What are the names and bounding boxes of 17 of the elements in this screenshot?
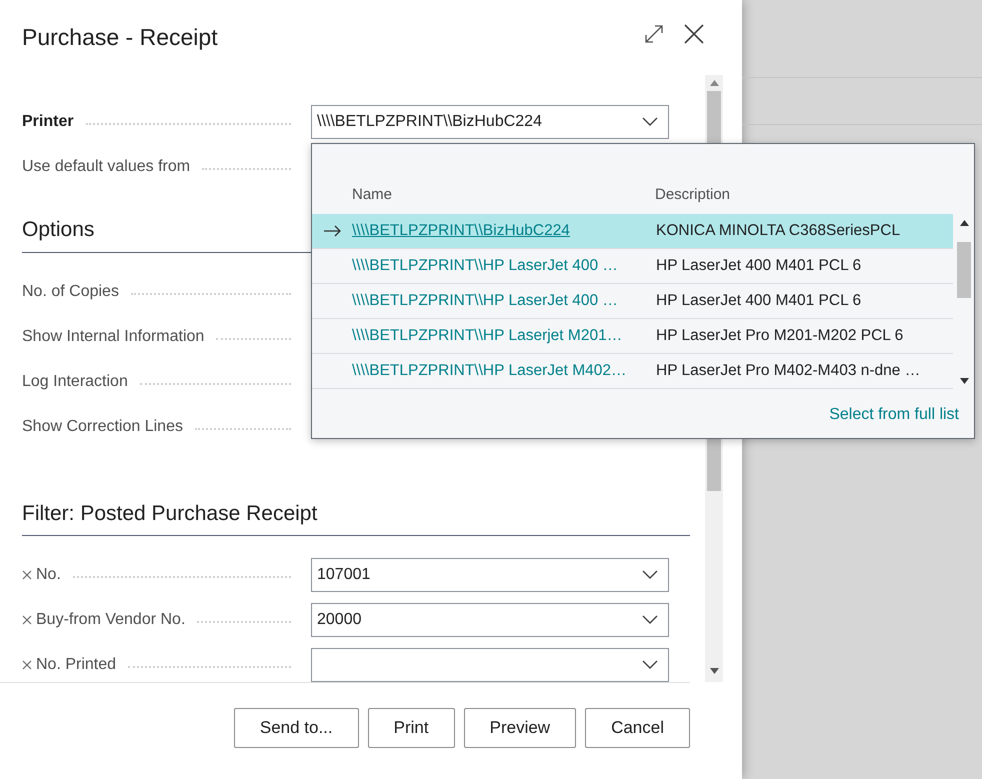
- printer-description: HP LaserJet Pro M201-M202 PCL 6: [656, 326, 904, 346]
- field-label: Buy-from Vendor No.: [36, 610, 186, 630]
- printer-description: HP LaserJet 400 M401 PCL 6: [656, 256, 862, 276]
- field-label: Use default values from: [22, 157, 190, 177]
- dialog-title: Purchase - Receipt: [22, 23, 218, 52]
- field-label: Show Internal Information: [22, 326, 204, 346]
- field-label: No. Printed: [36, 655, 116, 675]
- column-header: Name: [351, 184, 394, 204]
- printer-description: HP LaserJet 400 M401 PCL 6: [656, 291, 862, 312]
- field-label: No.: [36, 565, 61, 585]
- field-label: Printer: [22, 112, 74, 132]
- section-heading: Filter: Posted Purchase Receipt: [22, 498, 690, 536]
- field-label: Show Correction Lines: [22, 416, 183, 436]
- printer-description: HP LaserJet Pro M402-M403 n-dne …: [656, 361, 920, 382]
- field-label: Log Interaction: [22, 372, 128, 392]
- field-label: No. of Copies: [22, 282, 119, 302]
- column-header: Description: [655, 184, 730, 204]
